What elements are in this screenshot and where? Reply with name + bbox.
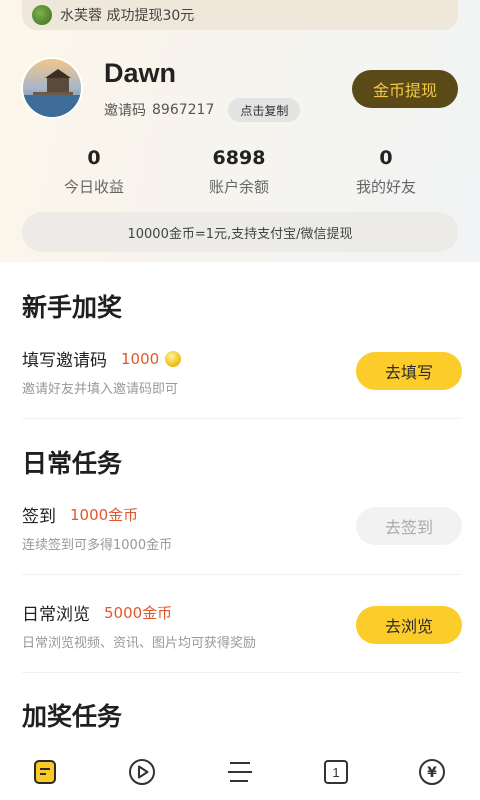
stat-label: 我的好友 bbox=[355, 178, 416, 196]
page-count-text: 1 bbox=[332, 765, 339, 780]
section-title-newbie: 新手加奖 bbox=[22, 293, 123, 322]
stat-value: 0 bbox=[87, 147, 101, 169]
task-desc: 连续签到可多得1000金币 bbox=[22, 538, 173, 553]
divider bbox=[22, 672, 462, 673]
withdraw-ticker: 水芙蓉 成功提现30元 bbox=[22, 0, 458, 30]
coin-withdraw-button[interactable]: 金币提现 bbox=[352, 70, 458, 108]
fill-invite-button[interactable]: 去填写 bbox=[356, 352, 462, 390]
task-title: 日常浏览 bbox=[22, 605, 90, 625]
tab-earnings[interactable]: ¥ bbox=[416, 756, 448, 788]
divider bbox=[22, 418, 462, 419]
task-reward: 1000金币 bbox=[70, 506, 139, 524]
checkin-button[interactable]: 去签到 bbox=[356, 507, 462, 545]
task-checkin: 签到 1000金币 bbox=[22, 502, 138, 527]
bottom-tab-bar: 1 ¥ bbox=[0, 740, 480, 800]
task-reward: 1000 bbox=[121, 349, 160, 368]
section-title-bonus: 加奖任务 bbox=[22, 702, 123, 731]
copy-invite-button[interactable]: 点击复制 bbox=[228, 98, 301, 122]
task-title: 签到 bbox=[22, 507, 56, 527]
task-desc: 邀请好友并填入邀请码即可 bbox=[22, 382, 179, 397]
tab-video[interactable] bbox=[126, 756, 158, 788]
section-title-daily: 日常任务 bbox=[22, 449, 123, 478]
task-reward: 5000金币 bbox=[104, 604, 173, 622]
yuan-symbol: ¥ bbox=[427, 765, 437, 781]
task-desc: 日常浏览视频、资讯、图片均可获得奖励 bbox=[22, 636, 257, 651]
invite-code-label: 邀请码 bbox=[104, 103, 146, 119]
tab-tasks[interactable] bbox=[29, 756, 61, 788]
ticker-text: 水芙蓉 成功提现30元 bbox=[60, 8, 195, 24]
stat-my-friends[interactable]: 0 我的好友 bbox=[321, 146, 451, 197]
divider bbox=[22, 574, 462, 575]
browse-button[interactable]: 去浏览 bbox=[356, 606, 462, 644]
invite-code-value: 8967217 bbox=[152, 102, 215, 118]
exchange-rate-bar: 10000金币=1元,支持支付宝/微信提现 bbox=[22, 212, 458, 252]
yuan-icon: ¥ bbox=[419, 759, 445, 785]
avatar[interactable] bbox=[21, 57, 83, 119]
tab-feed[interactable] bbox=[224, 756, 256, 788]
task-title: 填写邀请码 bbox=[22, 351, 107, 371]
menu-icon bbox=[228, 762, 252, 782]
coin-icon bbox=[165, 350, 182, 367]
play-icon bbox=[129, 759, 155, 785]
stat-label: 今日收益 bbox=[63, 178, 124, 196]
stat-account-balance[interactable]: 6898 账户余额 bbox=[174, 146, 304, 197]
document-icon bbox=[34, 760, 56, 784]
ticker-avatar bbox=[32, 5, 52, 25]
invite-row: 邀请码 8967217 点击复制 bbox=[104, 98, 301, 122]
stat-today-earnings[interactable]: 0 今日收益 bbox=[29, 146, 159, 197]
task-invite-code: 填写邀请码 1000 bbox=[22, 346, 182, 371]
stat-value: 6898 bbox=[212, 147, 266, 169]
username: Dawn bbox=[104, 58, 177, 88]
stat-label: 账户余额 bbox=[208, 178, 269, 196]
tab-pages[interactable]: 1 bbox=[320, 756, 352, 788]
page-one-icon: 1 bbox=[324, 760, 348, 784]
task-daily-browse: 日常浏览 5000金币 bbox=[22, 600, 172, 625]
stat-value: 0 bbox=[379, 147, 393, 169]
